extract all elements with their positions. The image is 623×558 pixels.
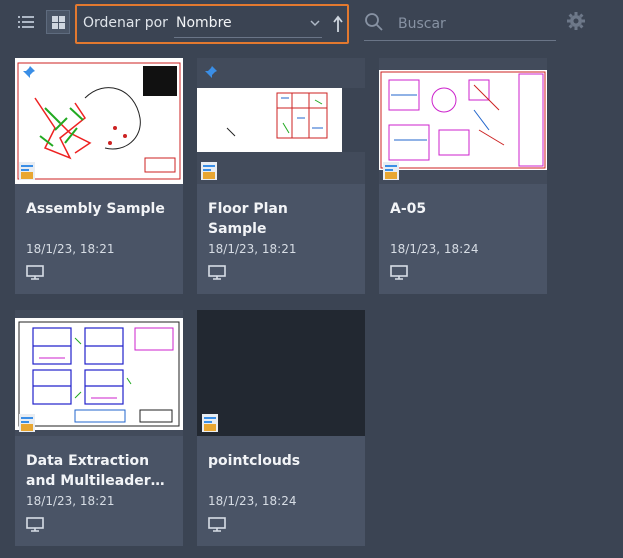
dwg-file-icon <box>383 162 399 180</box>
file-title: A-05 <box>390 201 427 217</box>
file-thumbnail <box>15 310 183 436</box>
file-date: 18/1/23, 18:21 <box>26 242 115 256</box>
file-card[interactable]: A-05 18/1/23, 18:24 <box>379 58 547 294</box>
sort-direction-button[interactable] <box>331 14 345 34</box>
computer-icon <box>208 265 226 280</box>
file-thumbnail <box>197 58 365 184</box>
list-icon <box>18 16 34 28</box>
file-thumbnail <box>15 58 183 184</box>
file-thumbnail <box>379 58 547 184</box>
file-date: 18/1/23, 18:24 <box>390 242 479 256</box>
dwg-file-icon <box>19 162 35 180</box>
search-box <box>364 8 556 41</box>
file-date: 18/1/23, 18:21 <box>26 494 115 508</box>
pin-icon[interactable] <box>204 65 218 79</box>
arrow-up-icon <box>333 15 343 32</box>
sort-dropdown[interactable]: Nombre <box>174 13 322 38</box>
file-date: 18/1/23, 18:24 <box>208 494 297 508</box>
computer-icon <box>208 517 226 532</box>
file-title: pointclouds <box>208 453 301 469</box>
file-date: 18/1/23, 18:21 <box>208 242 297 256</box>
computer-icon <box>390 265 408 280</box>
pin-icon[interactable] <box>22 65 36 79</box>
dwg-file-icon <box>202 414 218 432</box>
file-title: Assembly Sample <box>26 201 165 217</box>
file-card[interactable]: pointclouds 18/1/23, 18:24 <box>197 310 365 546</box>
file-card[interactable]: Data Extraction and Multileader… 18/1/23… <box>15 310 183 546</box>
sort-control: Ordenar por Nombre <box>75 4 349 44</box>
settings-gear-icon[interactable] <box>566 11 586 31</box>
chevron-down-icon <box>310 20 320 27</box>
list-view-button[interactable] <box>14 10 38 34</box>
dwg-file-icon <box>19 414 35 432</box>
file-title: Data Extraction and Multileader… <box>26 453 165 489</box>
search-icon <box>365 13 383 31</box>
file-title: Floor Plan Sample <box>208 201 288 237</box>
search-input[interactable] <box>396 12 555 36</box>
computer-icon <box>26 265 44 280</box>
grid-icon <box>52 16 58 22</box>
grid-view-button[interactable] <box>46 10 70 34</box>
file-thumbnail <box>197 310 365 436</box>
file-card[interactable]: Assembly Sample 18/1/23, 18:21 <box>15 58 183 294</box>
sort-dropdown-value: Nombre <box>176 15 232 31</box>
computer-icon <box>26 517 44 532</box>
toolbar: Ordenar por Nombre <box>0 0 623 46</box>
file-card[interactable]: Floor Plan Sample 18/1/23, 18:21 <box>197 58 365 294</box>
dwg-file-icon <box>201 162 217 180</box>
sort-label: Ordenar por <box>83 15 168 31</box>
